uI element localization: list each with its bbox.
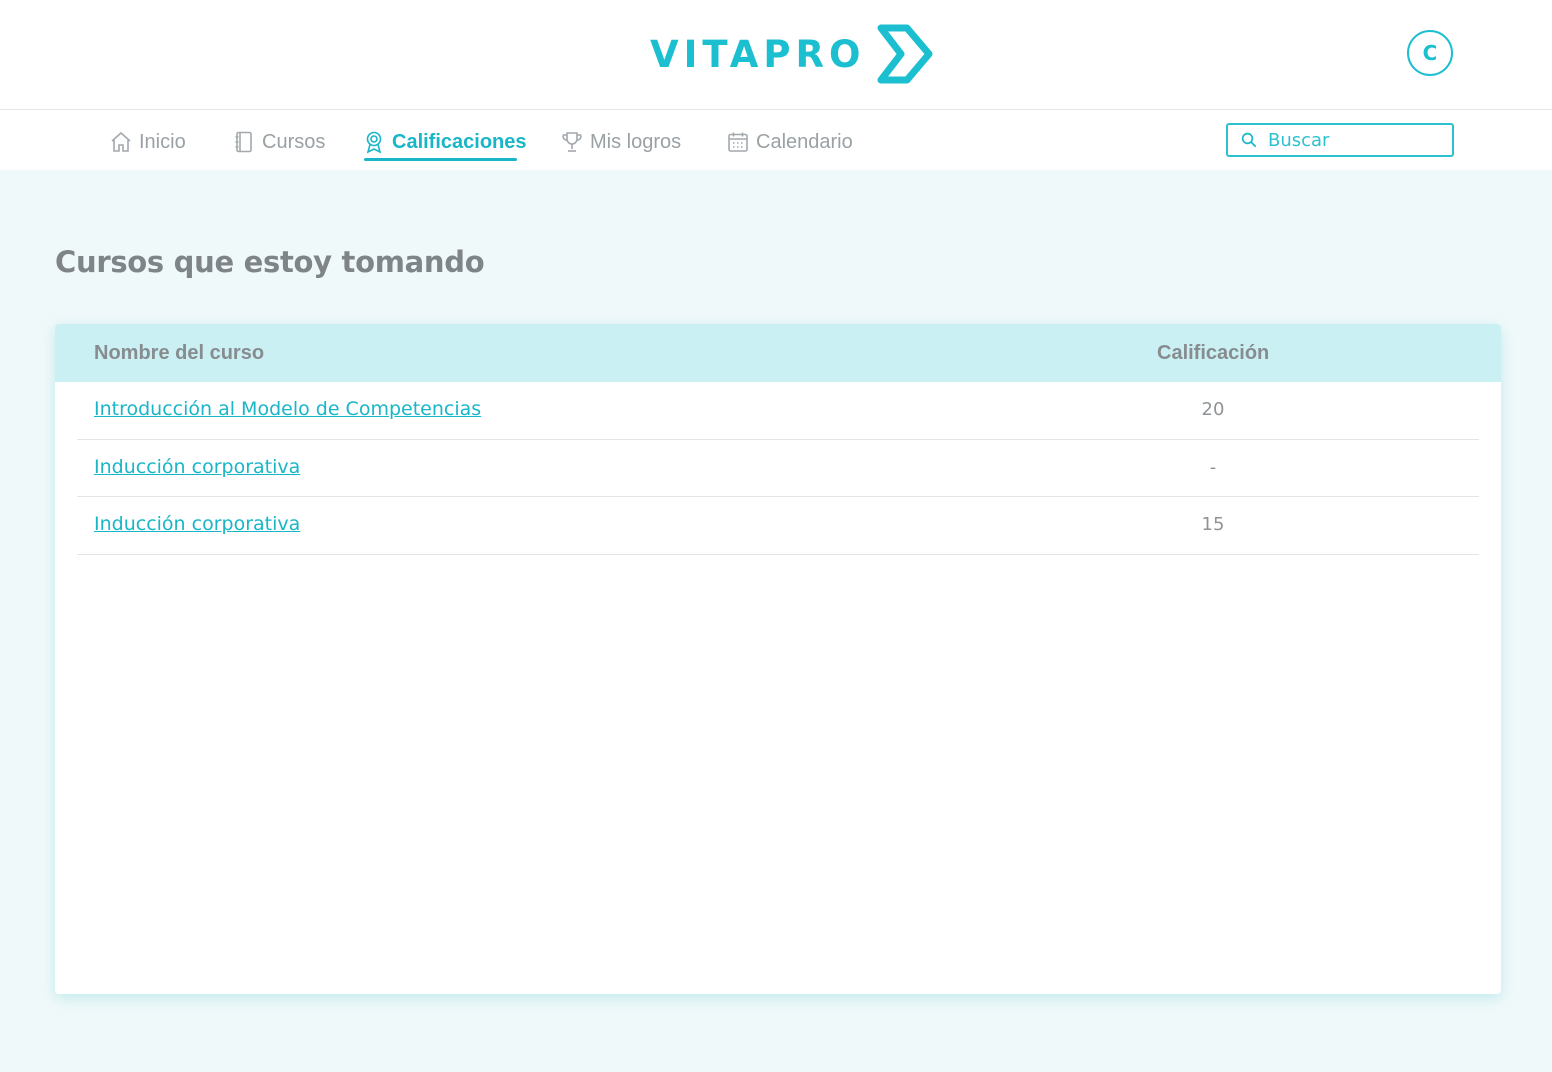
table-row: Introducción al Modelo de Competencias 2… bbox=[77, 382, 1479, 440]
top-header: VITAPRO C bbox=[0, 0, 1552, 110]
course-grade: 20 bbox=[1201, 399, 1225, 420]
course-grade: - bbox=[1209, 456, 1217, 478]
logo-chevron-icon bbox=[877, 24, 933, 84]
nav-item-calificaciones[interactable]: Calificaciones bbox=[362, 126, 527, 158]
table-row: Inducción corporativa 15 bbox=[77, 497, 1479, 555]
calendar-icon bbox=[728, 132, 748, 152]
courses-table-card: Nombre del curso Calificación Introducci… bbox=[55, 324, 1501, 994]
vitapro-logo[interactable]: VITAPRO bbox=[650, 22, 935, 86]
home-icon bbox=[111, 131, 131, 152]
search-input[interactable] bbox=[1268, 129, 1438, 151]
nav-item-cursos[interactable]: Cursos bbox=[232, 126, 325, 158]
logo-text: VITAPRO bbox=[650, 32, 866, 76]
nav-item-mis-logros[interactable]: Mis logros bbox=[560, 126, 681, 158]
course-link[interactable]: Inducción corporativa bbox=[94, 513, 300, 535]
column-header-grade: Calificación bbox=[1157, 342, 1270, 364]
avatar-initial: C bbox=[1422, 41, 1438, 65]
nav-label-calificaciones: Calificaciones bbox=[392, 130, 527, 153]
table-header: Nombre del curso Calificación bbox=[55, 324, 1501, 382]
table-row: Inducción corporativa - bbox=[77, 440, 1479, 497]
nav-item-inicio[interactable]: Inicio bbox=[109, 126, 186, 158]
nav-label-inicio: Inicio bbox=[139, 130, 186, 153]
course-link[interactable]: Inducción corporativa bbox=[94, 456, 300, 478]
main-nav: Inicio Cursos Calificaciones Mis logros … bbox=[0, 110, 1552, 170]
nav-label-calendario: Calendario bbox=[756, 130, 853, 153]
course-link[interactable]: Introducción al Modelo de Competencias bbox=[94, 398, 481, 420]
user-avatar[interactable]: C bbox=[1407, 30, 1453, 76]
course-grade: 15 bbox=[1201, 514, 1225, 535]
active-tab-indicator bbox=[364, 158, 517, 161]
nav-label-mis-logros: Mis logros bbox=[590, 130, 682, 153]
trophy-icon bbox=[562, 132, 582, 152]
award-icon bbox=[366, 131, 382, 154]
column-header-name: Nombre del curso bbox=[94, 342, 265, 364]
nav-label-cursos: Cursos bbox=[262, 130, 326, 153]
search-icon bbox=[1241, 132, 1257, 148]
notebook-icon bbox=[235, 131, 252, 153]
nav-item-calendario[interactable]: Calendario bbox=[726, 126, 853, 158]
search-box[interactable] bbox=[1226, 123, 1454, 157]
page-title: Cursos que estoy tomando bbox=[55, 245, 485, 279]
